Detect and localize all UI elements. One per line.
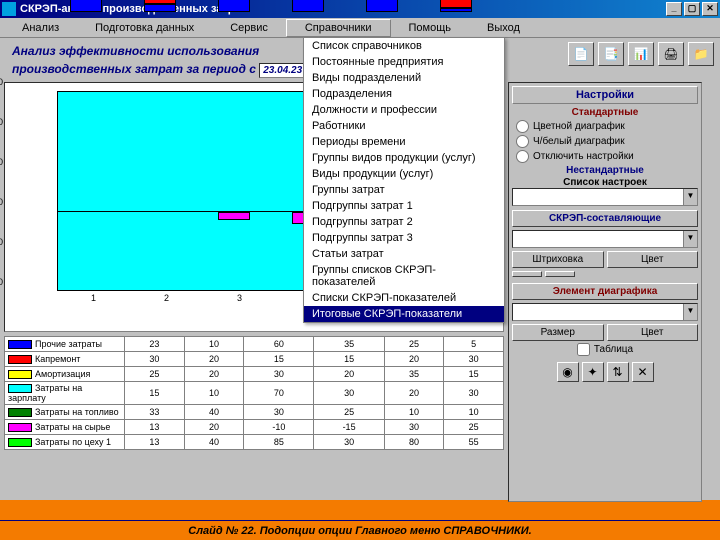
toolbar-btn-2[interactable]: 📑 [598, 42, 624, 66]
element-combo[interactable]: ▼ [512, 303, 698, 321]
menu-Сервис[interactable]: Сервис [212, 20, 286, 36]
settings-combo[interactable]: ▼ [512, 188, 698, 206]
radio-off-label: Отключить настройки [533, 151, 634, 162]
standard-label: Стандартные [512, 106, 698, 119]
chevron-down-icon: ▼ [683, 304, 697, 320]
dropdown-item[interactable]: Списки СКРЭП-показателей [304, 290, 504, 306]
heading-text: производственных затрат за период с [12, 62, 256, 76]
dropdown-item[interactable]: Работники [304, 118, 504, 134]
icon-btn-2[interactable]: ✦ [582, 362, 604, 382]
icon-btn-4[interactable]: ✕ [632, 362, 654, 382]
dropdown-item[interactable]: Группы затрат [304, 182, 504, 198]
dropdown-item[interactable]: Виды подразделений [304, 70, 504, 86]
chevron-down-icon: ▼ [683, 231, 697, 247]
components-combo[interactable]: ▼ [512, 230, 698, 248]
settings-panel: Настройки Стандартные Цветной диаграфик … [508, 82, 702, 502]
toolbar-btn-1[interactable]: 📄 [568, 42, 594, 66]
dropdown-item[interactable]: Группы видов продукции (услуг) [304, 150, 504, 166]
table-row: Затраты по цеху 1134085308055 [5, 435, 504, 450]
list-label: Список настроек [512, 177, 698, 188]
dropdown-item[interactable]: Группы списков СКРЭП-показателей [304, 262, 504, 290]
dropdown-item[interactable]: Периоды времени [304, 134, 504, 150]
orange-strip [0, 500, 720, 520]
maximize-button[interactable]: ▢ [684, 2, 700, 16]
icon-btn-1[interactable]: ◉ [557, 362, 579, 382]
dropdown-item[interactable]: Список справочников [304, 38, 504, 54]
toolbar-btn-4[interactable]: 🖨 [658, 42, 684, 66]
radio-bw-label: Ч/белый диаграфик [533, 136, 625, 147]
btn-size[interactable]: Размер [512, 324, 604, 341]
menu-Анализ[interactable]: Анализ [4, 20, 77, 36]
toolbar: 📄 📑 📊 🖨 📁 [568, 42, 714, 66]
dropdown-item[interactable]: Итоговые СКРЭП-показатели [304, 306, 504, 322]
data-table: Прочие затраты23106035255Капремонт302015… [4, 336, 504, 450]
radio-bw[interactable]: Ч/белый диаграфик [512, 134, 698, 149]
table-row: Затраты на сырье1320-10-153025 [5, 420, 504, 435]
checkbox-table-label: Таблица [594, 344, 633, 355]
btn-element[interactable]: Элемент диаграфика [512, 283, 698, 300]
date-from-input[interactable]: 23.04.23 [259, 63, 306, 78]
radio-off[interactable]: Отключить настройки [512, 149, 698, 164]
toolbar-btn-5[interactable]: 📁 [688, 42, 714, 66]
window-title: СКРЭП-анализ производственных затрат. [20, 3, 666, 15]
btn-components[interactable]: СКРЭП-составляющие [512, 210, 698, 227]
chevron-down-icon: ▼ [683, 189, 697, 205]
titlebar: СКРЭП-анализ производственных затрат. _ … [0, 0, 720, 18]
checkbox-table[interactable]: Таблица [512, 341, 698, 358]
nonstandard-label: Нестандартные [512, 164, 698, 177]
toolbar-btn-3[interactable]: 📊 [628, 42, 654, 66]
y-ticks: 150100500-50-100 [0, 77, 3, 287]
icon-btn-3[interactable]: ⇅ [607, 362, 629, 382]
color-swatch[interactable] [545, 271, 575, 277]
dropdown-item[interactable]: Подгруппы затрат 1 [304, 198, 504, 214]
slide-footer: Слайд № 22. Подопции опции Главного меню… [0, 520, 720, 540]
menu-Выход[interactable]: Выход [469, 20, 538, 36]
radio-color[interactable]: Цветной диаграфик [512, 119, 698, 134]
dropdown-item[interactable]: Подгруппы затрат 2 [304, 214, 504, 230]
dropdown-item[interactable]: Подразделения [304, 86, 504, 102]
menu-Справочники[interactable]: Справочники [286, 19, 391, 37]
settings-title: Настройки [512, 86, 698, 104]
minimize-button[interactable]: _ [666, 2, 682, 16]
app-icon [2, 2, 16, 16]
dropdown-item[interactable]: Подгруппы затрат 3 [304, 230, 504, 246]
table-row: Амортизация252030203515 [5, 367, 504, 382]
dropdown-item[interactable]: Статьи затрат [304, 246, 504, 262]
table-row: Затраты на зарплату151070302030 [5, 382, 504, 405]
dropdown-item[interactable]: Должности и профессии [304, 102, 504, 118]
menubar: АнализПодготовка данныхСервисСправочники… [0, 18, 720, 38]
dropdown-spravochniki: Список справочниковПостоянные предприяти… [303, 37, 505, 323]
btn-color[interactable]: Цвет [607, 251, 699, 268]
table-row: Капремонт302015152030 [5, 352, 504, 367]
table-row: Затраты на топливо334030251010 [5, 405, 504, 420]
hatch-swatch[interactable] [512, 271, 542, 277]
btn-hatch[interactable]: Штриховка [512, 251, 604, 268]
radio-color-label: Цветной диаграфик [533, 121, 625, 132]
dropdown-item[interactable]: Постоянные предприятия [304, 54, 504, 70]
close-button[interactable]: ✕ [702, 2, 718, 16]
btn-color2[interactable]: Цвет [607, 324, 699, 341]
menu-Помощь[interactable]: Помощь [391, 20, 470, 36]
dropdown-item[interactable]: Виды продукции (услуг) [304, 166, 504, 182]
menu-Подготовка данных[interactable]: Подготовка данных [77, 20, 212, 36]
table-row: Прочие затраты23106035255 [5, 337, 504, 352]
